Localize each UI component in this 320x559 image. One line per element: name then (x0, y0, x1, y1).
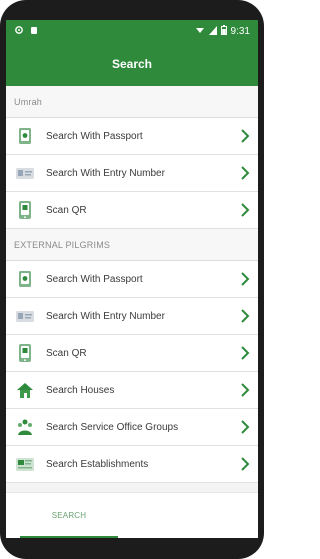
chevron-right-icon (240, 346, 250, 360)
chevron-right-icon (240, 166, 250, 180)
list-item-search-entry-number-external[interactable]: Search With Entry Number (6, 298, 258, 335)
id-card-icon (14, 305, 36, 327)
status-bar: 9:31 (6, 20, 258, 42)
list-item-scan-qr-external[interactable]: Scan QR (6, 335, 258, 372)
establishment-icon (14, 453, 36, 475)
section-header: EXTERNAL PILGRIMS (6, 229, 258, 261)
list-item-label: Scan QR (46, 204, 87, 216)
list-item-search-establishments[interactable]: Search Establishments (6, 446, 258, 483)
list-item-label: Search With Entry Number (46, 310, 165, 322)
section-header: Umrah (6, 86, 258, 118)
list-item-label: Search Houses (46, 384, 115, 396)
section-header-label: Umrah (14, 96, 43, 107)
chevron-right-icon (240, 129, 250, 143)
wifi-icon (195, 25, 205, 38)
tab-secondary[interactable] (132, 493, 258, 538)
list-item-label: Search With Passport (46, 130, 143, 142)
list-item-label: Search With Entry Number (46, 167, 165, 179)
status-time: 9:31 (230, 25, 250, 37)
qr-scan-icon (14, 199, 36, 221)
chevron-right-icon (240, 309, 250, 323)
id-card-icon (14, 162, 36, 184)
status-right: 9:31 (195, 24, 250, 38)
chevron-right-icon (240, 457, 250, 471)
chevron-right-icon (240, 420, 250, 434)
gear-icon (14, 25, 24, 38)
tab-search-label: SEARCH (51, 511, 87, 520)
status-left (14, 25, 38, 38)
list-item-scan-qr-umrah[interactable]: Scan QR (6, 192, 258, 229)
bottom-tab-bar: SEARCH (6, 492, 258, 538)
list-item-search-passport-umrah[interactable]: Search With Passport (6, 118, 258, 155)
house-icon (14, 379, 36, 401)
list-item-label: Search Service Office Groups (46, 421, 179, 433)
qr-scan-icon (14, 342, 36, 364)
chevron-right-icon (240, 203, 250, 217)
chevron-right-icon (240, 272, 250, 286)
chevron-right-icon (240, 383, 250, 397)
list-item-search-entry-number-umrah[interactable]: Search With Entry Number (6, 155, 258, 192)
tab-search[interactable]: SEARCH (6, 493, 132, 538)
list-item-label: Scan QR (46, 347, 87, 359)
signal-icon (208, 25, 217, 38)
group-icon (14, 416, 36, 438)
list-item-search-houses[interactable]: Search Houses (6, 372, 258, 409)
passport-icon (14, 268, 36, 290)
list-item-search-passport-external[interactable]: Search With Passport (6, 261, 258, 298)
app-bar: Search (6, 42, 258, 86)
passport-icon (14, 125, 36, 147)
list-item-label: Search With Passport (46, 273, 143, 285)
notification-icon (30, 25, 38, 38)
phone-frame: 9:31 Search Umrah Search With Passport S… (0, 0, 264, 559)
app-screen: 9:31 Search Umrah Search With Passport S… (6, 20, 258, 538)
page-title: Search (111, 57, 153, 71)
list-item-search-service-office-groups[interactable]: Search Service Office Groups (6, 409, 258, 446)
section-header-label: EXTERNAL PILGRIMS (14, 239, 111, 250)
list-item-label: Search Establishments (46, 458, 149, 470)
battery-icon (220, 24, 227, 38)
